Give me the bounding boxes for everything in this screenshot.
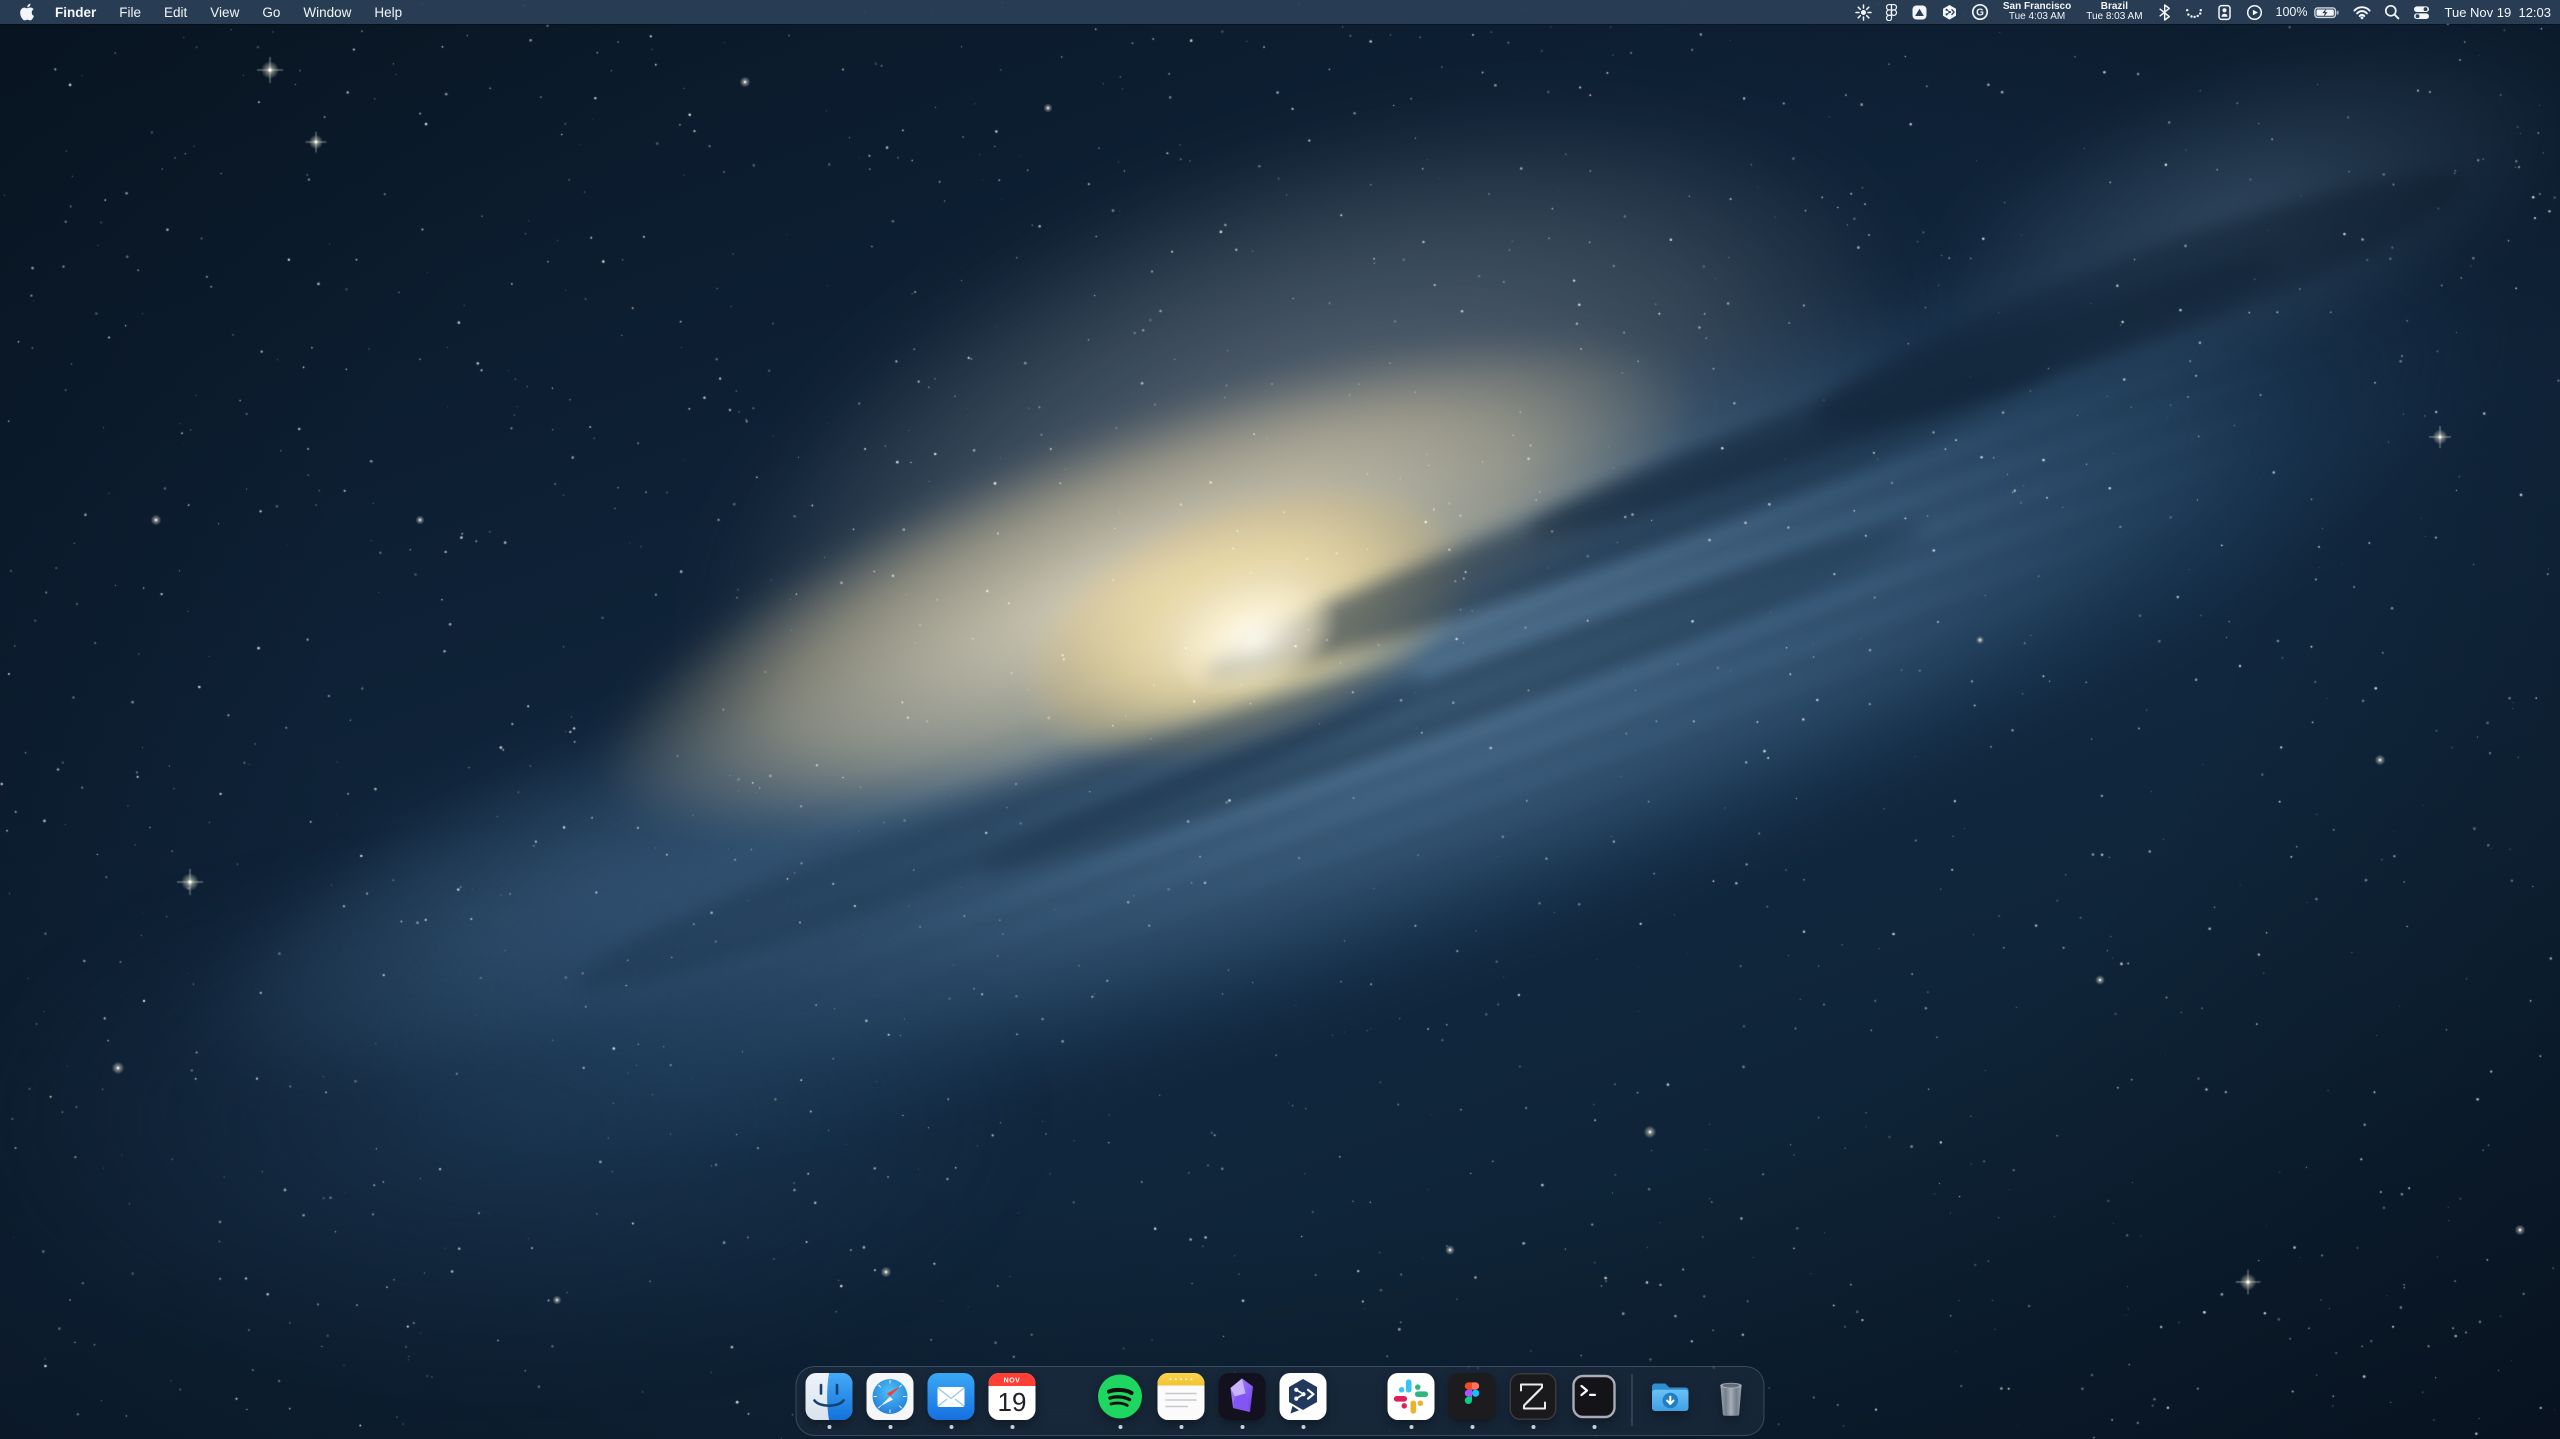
dock-item-spotify[interactable] xyxy=(1097,1371,1144,1431)
menu-finder[interactable]: Finder xyxy=(55,5,96,20)
menu-help[interactable]: Help xyxy=(374,5,402,20)
menu-go[interactable]: Go xyxy=(262,5,280,20)
battery-charging-icon xyxy=(2314,4,2340,21)
svg-text:19: 19 xyxy=(998,1387,1027,1417)
menu-bar: Finder File Edit View Go Window Help xyxy=(0,0,2560,24)
dock: NOV 19 xyxy=(796,1366,1765,1436)
dock-item-trash[interactable] xyxy=(1708,1371,1755,1431)
person-badge-menu-extra[interactable] xyxy=(2216,4,2233,21)
dock-spacer xyxy=(1050,1371,1083,1431)
dock-divider xyxy=(1632,1374,1633,1426)
g-circle-menu-extra[interactable]: G xyxy=(1971,3,1989,21)
dotted-arc-menu-extra[interactable] xyxy=(2185,5,2203,20)
menu-clock[interactable]: Tue Nov 19 12:03 xyxy=(2445,5,2551,20)
world-clock-san-francisco[interactable]: San Francisco Tue 4:03 AM xyxy=(2003,2,2071,23)
play-circle-icon xyxy=(2246,4,2263,21)
mail-icon xyxy=(928,1373,975,1420)
triangle-app-icon xyxy=(1911,4,1928,21)
finder-icon xyxy=(806,1373,853,1420)
dock-item-finder[interactable] xyxy=(806,1371,853,1431)
menu-edit[interactable]: Edit xyxy=(164,5,187,20)
dock-item-hexagon-app[interactable] xyxy=(1280,1371,1327,1431)
dock-item-safari[interactable] xyxy=(867,1371,914,1431)
safari-icon xyxy=(867,1373,914,1420)
sun-rays-menu-extra[interactable] xyxy=(1855,4,1872,21)
dock-item-figma[interactable] xyxy=(1449,1371,1496,1431)
person-badge-icon xyxy=(2216,4,2233,21)
bluetooth-icon xyxy=(2157,4,2172,21)
svg-text:NOV: NOV xyxy=(1004,1378,1021,1385)
dock-item-terminal[interactable] xyxy=(1571,1371,1618,1431)
spotify-icon xyxy=(1097,1373,1144,1420)
slack-icon xyxy=(1388,1373,1435,1420)
status-area: G San Francisco Tue 4:03 AM Brazil Tue 8… xyxy=(1855,2,2560,23)
control-center-menu-extra[interactable] xyxy=(2413,4,2430,21)
figma-outline-icon xyxy=(1885,3,1898,21)
wifi-icon xyxy=(2353,4,2371,20)
hexagon-share-icon xyxy=(1941,4,1958,21)
zed-icon xyxy=(1510,1373,1557,1420)
figma-menu-extra[interactable] xyxy=(1885,3,1898,21)
hexagon-share-app-icon xyxy=(1280,1373,1327,1420)
triangle-app-menu-extra[interactable] xyxy=(1911,4,1928,21)
dock-item-zed[interactable] xyxy=(1510,1371,1557,1431)
desktop-wallpaper xyxy=(0,0,2560,1439)
dock-spacer xyxy=(1341,1371,1374,1431)
trash-icon xyxy=(1708,1373,1755,1420)
svg-text:G: G xyxy=(1976,8,1984,19)
calendar-icon: NOV 19 xyxy=(989,1373,1036,1420)
battery-percentage: 100% xyxy=(2276,5,2308,19)
obsidian-icon xyxy=(1219,1373,1266,1420)
bluetooth-menu-extra[interactable] xyxy=(2157,4,2172,21)
control-center-icon xyxy=(2413,4,2430,21)
apple-menu[interactable] xyxy=(18,3,34,21)
spotlight-search-icon xyxy=(2384,4,2400,20)
menu-window[interactable]: Window xyxy=(303,5,351,20)
battery-menu-extra[interactable] xyxy=(2314,4,2340,21)
dock-item-mail[interactable] xyxy=(928,1371,975,1431)
apple-logo-icon xyxy=(18,3,34,21)
terminal-icon xyxy=(1571,1373,1618,1420)
menu-view[interactable]: View xyxy=(210,5,239,20)
spotlight-menu-extra[interactable] xyxy=(2384,4,2400,20)
downloads-folder-icon xyxy=(1647,1373,1694,1420)
dotted-arc-icon xyxy=(2185,5,2203,20)
play-circle-menu-extra[interactable] xyxy=(2246,4,2263,21)
dock-item-calendar[interactable]: NOV 19 xyxy=(989,1371,1036,1431)
dock-item-notes[interactable] xyxy=(1158,1371,1205,1431)
world-clock-brazil[interactable]: Brazil Tue 8:03 AM xyxy=(2086,2,2142,23)
notes-icon xyxy=(1158,1373,1205,1420)
wifi-menu-extra[interactable] xyxy=(2353,4,2371,20)
dock-item-obsidian[interactable] xyxy=(1219,1371,1266,1431)
dock-item-slack[interactable] xyxy=(1388,1371,1435,1431)
app-menus: Finder File Edit View Go Window Help xyxy=(55,5,402,20)
starfield xyxy=(0,0,2560,1439)
dock-item-downloads[interactable] xyxy=(1647,1371,1694,1431)
figma-icon xyxy=(1449,1373,1496,1420)
g-circle-icon: G xyxy=(1971,3,1989,21)
sun-rays-icon xyxy=(1855,4,1872,21)
menu-file[interactable]: File xyxy=(119,5,141,20)
hexagon-share-menu-extra[interactable] xyxy=(1941,4,1958,21)
